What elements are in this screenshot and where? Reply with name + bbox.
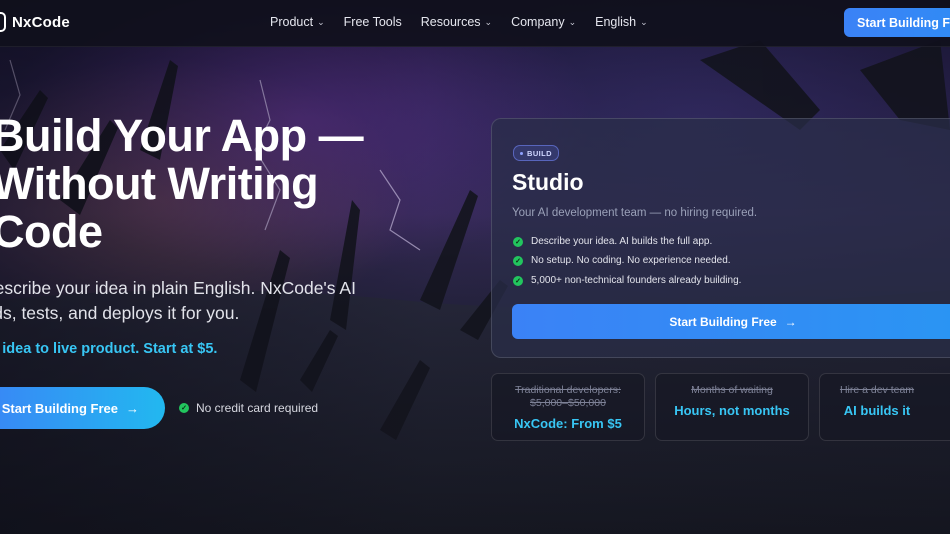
stat-label: Hire a dev team <box>820 384 950 397</box>
menu-item-free-tools[interactable]: Free Tools <box>344 15 402 29</box>
feature-label: No setup. No coding. No experience neede… <box>531 255 731 266</box>
no-credit-card-note: ✓ No credit card required <box>179 401 318 415</box>
arrow-right-icon: → <box>784 314 797 329</box>
menu-label: English <box>595 15 637 29</box>
hero-title-line: Build Your App — <box>0 110 364 161</box>
stat-label: Traditional developers: $5,000–$50,000 <box>492 384 644 410</box>
card-subtitle: Your AI development team — no hiring req… <box>512 207 758 219</box>
hero-accent-label: From idea to live product. Start at $5. <box>0 341 218 357</box>
main-menu: Product ⌄ Free Tools Resources ⌄ Company… <box>270 15 648 29</box>
stat-card-team: Hire a dev team AI builds it <box>819 373 950 441</box>
feature-label: Describe your idea. AI builds the full a… <box>531 236 713 247</box>
menu-label: Free Tools <box>343 15 402 29</box>
stat-label: Months of waiting <box>656 384 808 397</box>
feature-item: ✓ 5,000+ non-technical founders already … <box>513 275 741 286</box>
chevron-down-icon: ⌄ <box>317 16 325 27</box>
check-circle-icon: ✓ <box>513 255 523 266</box>
stat-value: NxCode: From $5 <box>514 416 622 431</box>
chevron-down-icon: ⌄ <box>568 16 577 27</box>
hero-accent-text: From idea to live product. Start at $5. <box>0 341 217 357</box>
studio-card: BUILD Studio Your AI development team — … <box>491 118 950 358</box>
dot-icon <box>520 151 523 155</box>
language-selector[interactable]: English ⌄ <box>595 15 648 29</box>
feature-item: ✓ No setup. No coding. No experience nee… <box>513 255 731 266</box>
menu-item-company[interactable]: Company ⌄ <box>511 15 576 29</box>
feature-label: 5,000+ non-technical founders already bu… <box>531 275 742 286</box>
stat-label-line: Months of waiting <box>691 384 773 396</box>
button-label: Start Building Free <box>1 400 118 416</box>
top-navbar: NxCode Product ⌄ Free Tools Resources ⌄ … <box>0 0 950 47</box>
menu-item-product[interactable]: Product ⌄ <box>270 15 325 29</box>
hero-title-line: Code <box>0 206 103 257</box>
stat-value: AI builds it <box>843 403 911 418</box>
hero-subtitle-line: Describe your idea in plain English. NxC… <box>0 278 356 298</box>
check-circle-icon: ✓ <box>179 403 189 413</box>
stat-card-cost: Traditional developers: $5,000–$50,000 N… <box>491 373 645 441</box>
chevron-down-icon: ⌄ <box>640 16 648 27</box>
card-title: Studio <box>512 169 584 195</box>
arrow-right-icon: → <box>126 400 139 416</box>
menu-label: Resources <box>420 15 481 29</box>
logo-text: NxCode <box>12 13 70 31</box>
menu-label: Product <box>270 15 314 29</box>
build-badge: BUILD <box>513 145 559 161</box>
logo[interactable]: NxCode <box>0 12 70 32</box>
menu-item-resources[interactable]: Resources ⌄ <box>421 15 492 29</box>
stat-label-line: Hire a dev team <box>839 384 915 396</box>
check-circle-icon: ✓ <box>513 236 523 247</box>
hero-start-building-button[interactable]: Start Building Free → <box>0 387 165 429</box>
hero-title-line: Without Writing <box>0 158 319 209</box>
nxcode-logo-icon <box>0 12 6 32</box>
feature-item: ✓ Describe your idea. AI builds the full… <box>513 236 712 247</box>
no-credit-card-label: No credit card required <box>196 401 319 415</box>
button-label: Start Building Free <box>669 314 777 329</box>
stat-label-line: Traditional developers: <box>515 384 621 396</box>
stat-value: Hours, not months <box>674 403 790 418</box>
card-start-building-button[interactable]: Start Building Free → <box>512 304 950 339</box>
hero-subtitle-line: builds, tests, and deploys it for you. <box>0 303 240 323</box>
hero-title: Build Your App — Without Writing Code <box>0 110 364 257</box>
nav-start-building-button[interactable]: Start Building Free <box>844 8 950 37</box>
check-circle-icon: ✓ <box>513 275 523 286</box>
stat-label-line: $5,000–$50,000 <box>530 397 606 409</box>
hero-subtitle: Describe your idea in plain English. NxC… <box>0 276 356 326</box>
chevron-down-icon: ⌄ <box>484 16 493 27</box>
stat-card-time: Months of waiting Hours, not months <box>655 373 809 441</box>
menu-label: Company <box>511 15 565 29</box>
badge-label: BUILD <box>527 148 552 158</box>
